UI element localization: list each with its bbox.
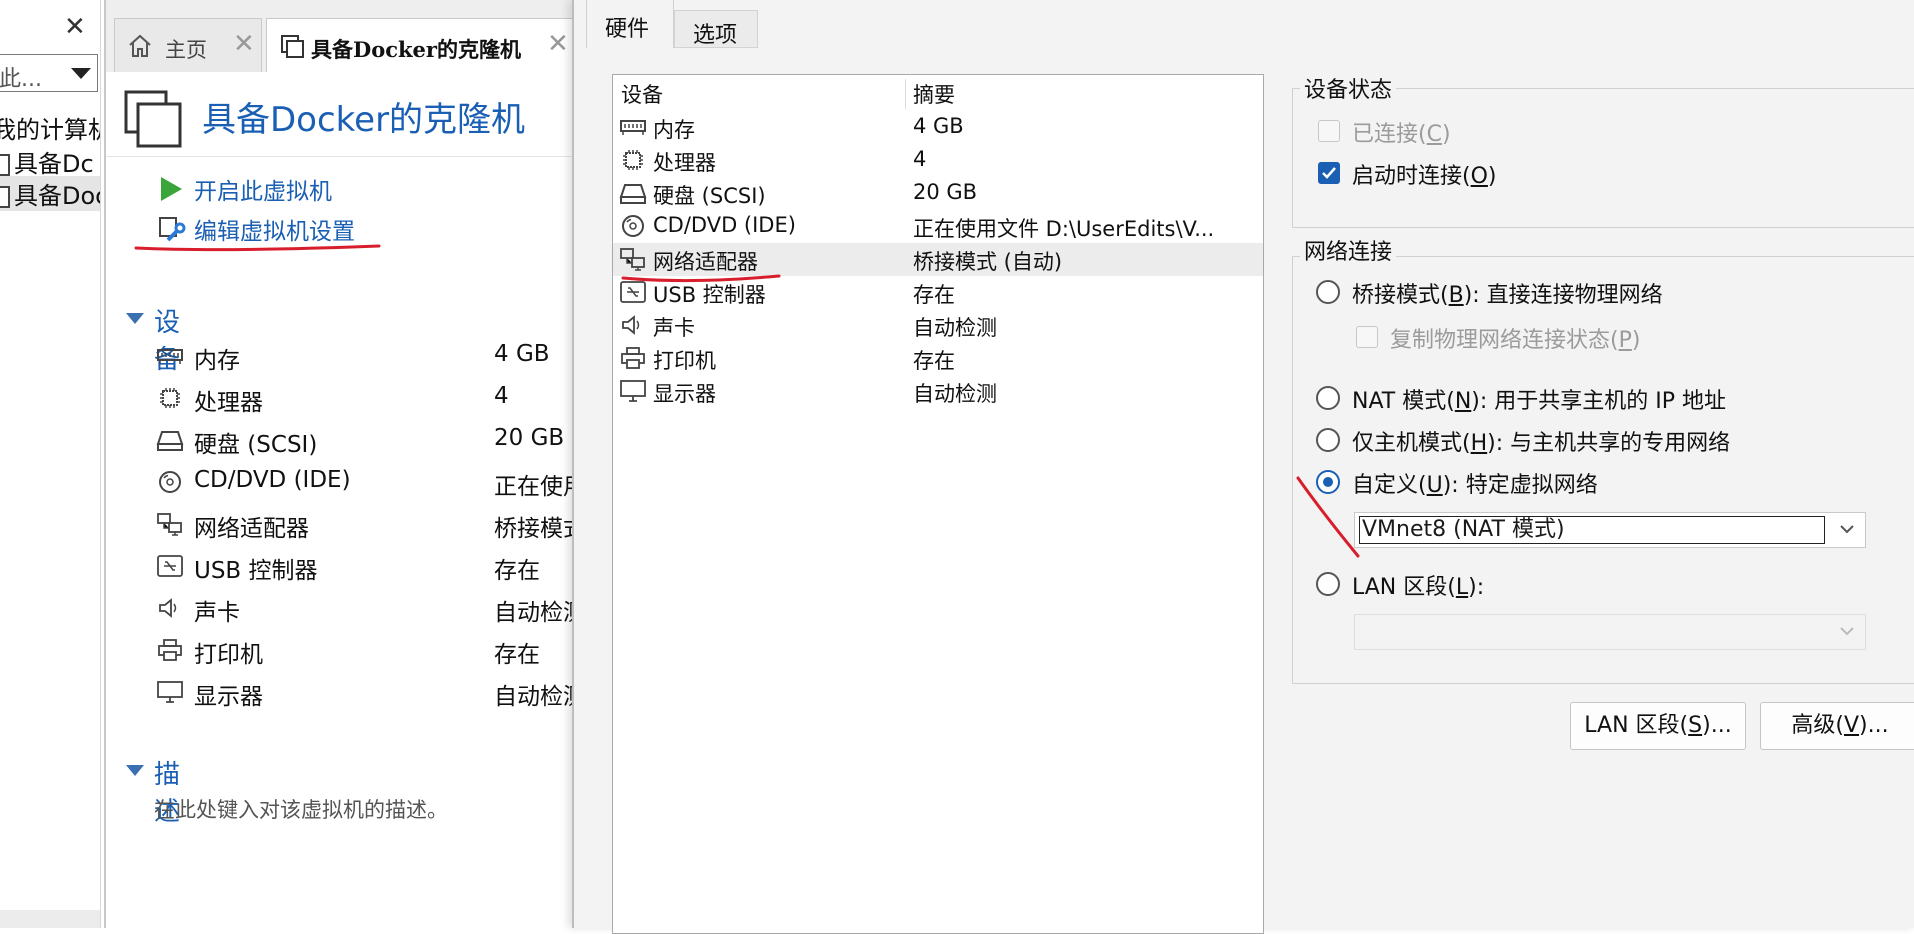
vm-title: 具备Docker的克隆机 — [202, 100, 526, 140]
vm-tab-icon — [279, 33, 305, 59]
radio — [1316, 428, 1340, 452]
library-scrollbar[interactable] — [0, 910, 100, 928]
display-icon — [619, 379, 647, 403]
close-library-icon[interactable]: ✕ — [64, 14, 86, 40]
vm-icon — [0, 186, 10, 208]
chevron-down-icon — [1839, 523, 1855, 535]
vm-summary-panel: 主页 ✕ 具备Docker的克隆机 ✕ 具备Docker的克隆机 开启此虚拟机 — [104, 0, 586, 928]
collapse-arrow-icon — [126, 313, 144, 324]
dropdown-arrow-icon[interactable] — [71, 68, 91, 79]
device-row[interactable]: 声卡 自动检测 — [156, 592, 586, 626]
vm-large-icon — [122, 88, 186, 152]
tree-item-vm-2[interactable]: 具备Doc — [0, 176, 100, 211]
hardware-row[interactable]: 内存 4 GB — [613, 111, 1263, 144]
library-panel: ✕ 此... 我的计算机 具备Dc 具备Doc — [0, 0, 101, 928]
library-search-input[interactable]: 此... — [0, 54, 98, 92]
annotation-stroke — [1292, 472, 1362, 562]
device-row[interactable]: 打印机 存在 — [156, 634, 576, 668]
disk-icon — [156, 428, 186, 454]
hardware-row[interactable]: 显示器 自动检测 — [613, 375, 1263, 408]
tab-bar: 主页 ✕ 具备Docker的克隆机 ✕ — [106, 0, 576, 73]
tab-hardware[interactable]: 硬件 — [586, 0, 674, 48]
printer-icon — [156, 638, 186, 664]
hardware-row[interactable]: 处理器 4 — [613, 144, 1263, 177]
disk-icon — [619, 181, 647, 205]
memory-icon — [156, 344, 186, 370]
description-placeholder[interactable]: 在此处键入对该虚拟机的描述。 — [154, 794, 448, 824]
custom-network-select[interactable]: VMnet8 (NAT 模式) — [1354, 512, 1866, 548]
hardware-row[interactable]: 打印机 存在 — [613, 342, 1263, 375]
vm-summary-body: 具备Docker的克隆机 开启此虚拟机 编辑虚拟机设置 设备 内存 4 GB 处理… — [106, 72, 586, 928]
close-tab-icon[interactable]: ✕ — [233, 29, 255, 59]
hardware-row[interactable]: 硬盘 (SCSI) 20 GB — [613, 177, 1263, 210]
annotation-underline — [134, 238, 384, 254]
column-separator[interactable] — [905, 79, 906, 109]
annotation-underline — [621, 270, 781, 286]
speaker-icon — [156, 596, 186, 622]
column-header-summary[interactable]: 摘要 — [913, 79, 955, 111]
device-status-title: 设备状态 — [1300, 72, 1397, 104]
device-row[interactable]: USB 控制器 存在 — [156, 550, 576, 584]
check-icon — [1322, 167, 1336, 179]
vm-icon — [0, 154, 10, 176]
advanced-button[interactable]: 高级(V)... — [1760, 702, 1914, 750]
tab-vm[interactable]: 具备Docker的克隆机 ✕ — [266, 18, 576, 73]
tree-root-my-computer[interactable]: 我的计算机 — [0, 110, 100, 145]
cpu-icon — [619, 148, 647, 172]
network-icon — [156, 512, 186, 538]
radio — [1316, 280, 1340, 304]
device-row[interactable]: 处理器 4 — [156, 382, 576, 416]
checkbox — [1356, 326, 1378, 348]
device-row[interactable]: 网络适配器 桥接模式 — [156, 508, 586, 542]
device-row[interactable]: CD/DVD (IDE) 正在使用 — [156, 466, 586, 500]
hardware-row[interactable]: CD/DVD (IDE) 正在使用文件 D:\UserEdits\V... — [613, 210, 1263, 243]
device-row[interactable]: 硬盘 (SCSI) 20 GB — [156, 424, 576, 458]
play-icon — [158, 176, 184, 202]
network-connection-title: 网络连接 — [1300, 234, 1397, 266]
memory-icon — [619, 115, 647, 139]
usb-icon — [156, 554, 186, 580]
checkbox-checked — [1318, 162, 1340, 184]
close-tab-icon[interactable]: ✕ — [547, 29, 569, 59]
tab-home[interactable]: 主页 ✕ — [114, 18, 262, 72]
device-row[interactable]: 显示器 自动检测 — [156, 676, 586, 710]
lan-segments-button[interactable]: LAN 区段(S)... — [1570, 702, 1746, 750]
device-row[interactable]: 内存 4 GB — [156, 340, 576, 374]
divider — [106, 156, 576, 157]
home-icon — [127, 33, 153, 59]
vm-settings-dialog: 硬件 选项 设备 摘要 内存 4 GB 处理器 4 硬盘 (SCSI) 20 GB C… — [572, 0, 1914, 934]
radio — [1316, 572, 1340, 596]
display-icon — [156, 680, 186, 706]
lan-segment-select[interactable] — [1354, 614, 1866, 650]
hardware-row[interactable]: 声卡 自动检测 — [613, 309, 1263, 342]
cd-icon — [156, 470, 186, 496]
column-header-device[interactable]: 设备 — [621, 79, 663, 111]
printer-icon — [619, 346, 647, 370]
hardware-device-list: 设备 摘要 内存 4 GB 处理器 4 硬盘 (SCSI) 20 GB CD/DVD … — [612, 74, 1264, 934]
tree-item-vm-1[interactable]: 具备Dc — [0, 144, 94, 179]
network-icon — [619, 247, 647, 271]
checkbox — [1318, 120, 1340, 142]
tab-options[interactable]: 选项 — [674, 10, 758, 48]
cd-icon — [619, 214, 647, 238]
radio — [1316, 386, 1340, 410]
chevron-down-icon — [1839, 625, 1855, 637]
cpu-icon — [156, 386, 186, 412]
collapse-arrow-icon — [126, 765, 144, 776]
speaker-icon — [619, 313, 647, 337]
